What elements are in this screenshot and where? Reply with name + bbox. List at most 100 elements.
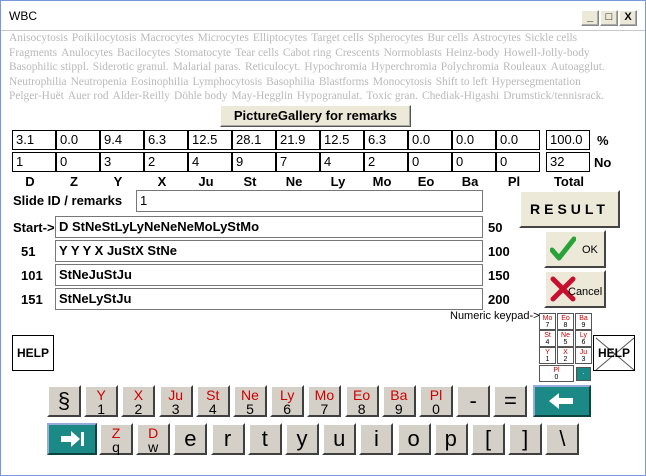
sequence-row-input[interactable]: StNeJuStJu <box>55 264 483 286</box>
keyboard-key[interactable]: St 4 <box>195 385 230 417</box>
keyboard-key[interactable]: Ly 6 <box>270 385 305 417</box>
finding-term[interactable]: Normoblasts <box>384 47 442 59</box>
close-button[interactable]: X <box>619 10 637 26</box>
finding-term[interactable]: Auer rod <box>68 90 109 102</box>
finding-term[interactable]: May-Hegglin <box>231 90 292 102</box>
finding-term[interactable]: Astrocytes <box>472 32 521 44</box>
mini-keypad-key[interactable]: . <box>576 367 591 381</box>
keyboard-key[interactable]: e <box>173 423 208 455</box>
mini-keypad-key[interactable]: Eo 8 <box>557 313 574 330</box>
finding-term[interactable]: Stomatocyte <box>174 47 231 59</box>
keyboard-key[interactable]: Dw <box>136 423 171 455</box>
keyboard-key[interactable]: - <box>456 385 491 417</box>
finding-term[interactable]: Tear cells <box>235 47 279 59</box>
cancel-button[interactable]: Cancel <box>544 270 606 308</box>
finding-term[interactable]: Autoagglut. <box>551 61 605 73</box>
mini-keypad-key[interactable]: Ju 3 <box>575 347 592 364</box>
help-button[interactable]: HELP <box>12 335 54 371</box>
finding-term[interactable]: Howell-Jolly-body <box>504 47 590 59</box>
finding-term[interactable]: Hyperchromia <box>371 61 437 73</box>
finding-term[interactable]: Crescents <box>335 47 379 59</box>
keyboard-key[interactable]: Ba 9 <box>381 385 416 417</box>
slide-id-input[interactable]: 1 <box>136 190 483 212</box>
finding-term[interactable]: Alder-Reilly <box>113 90 170 102</box>
finding-term[interactable]: Elliptocytes <box>253 32 307 44</box>
finding-term[interactable]: Neutropenia <box>71 76 127 88</box>
keyboard-key[interactable]: p <box>433 423 468 455</box>
finding-term[interactable]: Bacilocytes <box>117 47 170 59</box>
finding-term[interactable]: Polychromia <box>441 61 499 73</box>
mini-keypad-key[interactable]: Pl 0 <box>539 365 574 382</box>
mini-keypad-key[interactable]: X2 <box>557 347 574 364</box>
finding-term[interactable]: Poikilocytosis <box>72 32 137 44</box>
finding-term[interactable]: Blastforms <box>319 76 369 88</box>
mini-keypad-key[interactable]: St 4 <box>539 330 556 347</box>
keyboard-key[interactable]: = <box>493 385 528 417</box>
keyboard-key[interactable]: Mo 7 <box>307 385 342 417</box>
finding-term[interactable]: Sickle cells <box>525 32 577 44</box>
finding-term[interactable]: Hypogranulat. <box>297 90 362 102</box>
help-button-crossed[interactable]: HELP <box>593 335 635 371</box>
sequence-row-input[interactable]: D StNeStLyLyNeNeNeMoLyStMo <box>55 216 483 238</box>
tab-key[interactable] <box>47 423 97 455</box>
mini-keypad-key[interactable]: Y1 <box>539 347 556 364</box>
keyboard-key[interactable]: § <box>47 385 81 417</box>
mini-keypad-key[interactable]: Ba 9 <box>575 313 592 330</box>
finding-term[interactable]: Monocytosis <box>373 76 432 88</box>
finding-term[interactable]: Macrocytes <box>140 32 193 44</box>
finding-term[interactable]: Hypochromia <box>304 61 367 73</box>
finding-term[interactable]: Microcytes <box>198 32 249 44</box>
keyboard-key[interactable]: u <box>322 423 357 455</box>
finding-term[interactable]: Bur cells <box>427 32 468 44</box>
picture-gallery-button[interactable]: PictureGallery for remarks <box>220 105 411 127</box>
keyboard-key[interactable]: Y1 <box>84 385 119 417</box>
finding-term[interactable]: Basophilic stippl. <box>9 61 89 73</box>
finding-term[interactable]: Cabot ring <box>283 47 331 59</box>
result-button[interactable]: RESULT <box>519 190 620 228</box>
mini-keypad-key[interactable]: Mo 7 <box>539 313 556 330</box>
finding-term[interactable]: Döhle body <box>174 90 227 102</box>
finding-term[interactable]: Lymphocytosis <box>192 76 262 88</box>
finding-term[interactable]: Target cells <box>311 32 363 44</box>
keyboard-key[interactable]: r <box>210 423 245 455</box>
keyboard-key[interactable]: t <box>247 423 282 455</box>
keyboard-key[interactable]: o <box>396 423 431 455</box>
minimize-button[interactable]: _ <box>581 10 599 26</box>
finding-term[interactable]: Eosinophilia <box>131 76 189 88</box>
finding-term[interactable]: Fragments <box>9 47 57 59</box>
sequence-row-input[interactable]: Y Y Y X JuStX StNe <box>55 240 483 262</box>
finding-term[interactable]: Pelger-Huët <box>9 90 64 102</box>
finding-term[interactable]: Shift to left <box>436 76 488 88</box>
finding-term[interactable]: Spherocytes <box>368 32 424 44</box>
finding-term[interactable]: Anisocytosis <box>9 32 68 44</box>
sequence-row-input[interactable]: StNeLyStJu <box>55 288 483 310</box>
finding-term[interactable]: Hypersegmentation <box>492 76 581 88</box>
finding-term[interactable]: Drumstick/tennisrack. <box>503 90 604 102</box>
backspace-key[interactable] <box>533 385 591 417</box>
maximize-button[interactable]: □ <box>600 10 618 26</box>
finding-term[interactable]: Malarial paras. <box>173 61 241 73</box>
finding-term[interactable]: Neutrophilia <box>9 76 67 88</box>
finding-term[interactable]: Basophilia <box>266 76 315 88</box>
keyboard-key[interactable]: Ne 5 <box>233 385 267 417</box>
finding-term[interactable]: Reticulocyt. <box>245 61 300 73</box>
finding-term[interactable]: Heinz-body <box>446 47 500 59</box>
ok-button[interactable]: OK <box>544 230 606 268</box>
finding-term[interactable]: Anulocytes <box>61 47 113 59</box>
keyboard-key[interactable]: Pl 0 <box>419 385 453 417</box>
keyboard-key[interactable]: Zq <box>99 423 133 455</box>
keyboard-key[interactable]: Eo 8 <box>344 385 379 417</box>
keyboard-key[interactable]: i <box>359 423 394 455</box>
keyboard-key[interactable]: X2 <box>121 385 156 417</box>
finding-term[interactable]: Toxic gran. <box>366 90 418 102</box>
keyboard-key[interactable]: Ju 3 <box>158 385 193 417</box>
finding-term[interactable]: Siderotic granul. <box>93 61 169 73</box>
keyboard-key[interactable]: [ <box>471 423 505 455</box>
keyboard-key[interactable]: \ <box>545 423 580 455</box>
keyboard-key[interactable]: y <box>285 423 319 455</box>
finding-term[interactable]: Chediak-Higashi <box>422 90 499 102</box>
mini-keypad-key[interactable]: Ne 5 <box>557 330 574 347</box>
keyboard-key[interactable]: ] <box>508 423 543 455</box>
finding-term[interactable]: Rouleaux <box>503 61 547 73</box>
mini-keypad-key[interactable]: Ly 6 <box>575 330 592 347</box>
